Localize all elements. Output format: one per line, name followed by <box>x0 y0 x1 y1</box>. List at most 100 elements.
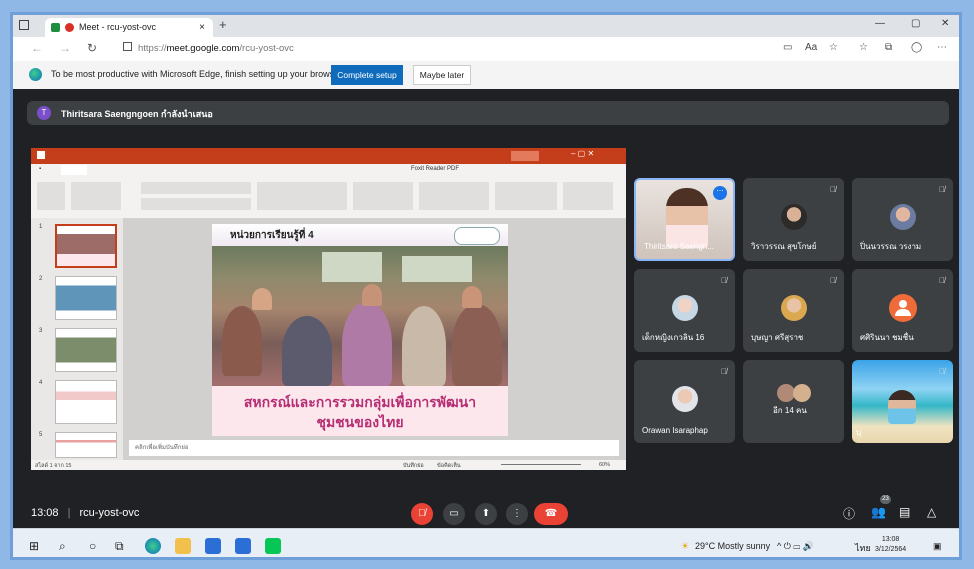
profile-icon[interactable]: ◯ <box>911 42 922 53</box>
notifications-icon[interactable]: ▣ <box>933 541 942 552</box>
participant-tile[interactable]: 🎙̸ Orawan Isaraphap <box>634 360 735 443</box>
slide-thumb-1[interactable] <box>55 224 117 268</box>
search-icon[interactable]: ⌕ <box>59 539 66 554</box>
forward-icon[interactable]: → <box>59 41 71 55</box>
cortana-icon[interactable]: ○ <box>89 539 96 553</box>
default-avatar-icon <box>889 294 917 322</box>
mic-toggle-button[interactable]: 🎙̸ <box>411 503 433 525</box>
mic-off-icon: 🎙̸ <box>721 276 727 285</box>
clock-date: 3/12/2564 <box>875 546 907 553</box>
slide-heading: หน่วยการเรียนรู้ที่ 4 <box>230 230 314 241</box>
start-icon[interactable]: ⊞ <box>29 539 39 553</box>
tab-close-icon[interactable]: × <box>199 18 205 37</box>
present-button[interactable]: ⬆ <box>475 503 497 525</box>
mic-off-icon: 🎙̸ <box>721 367 727 376</box>
participant-name: ปิ่นนวรรณ วรงาม <box>860 242 922 251</box>
thumb-number: 3 <box>39 328 43 334</box>
line-app-icon[interactable] <box>265 538 281 554</box>
close-window-button[interactable]: ✕ <box>941 18 949 29</box>
clock[interactable]: 13:08 3/12/2564 <box>875 535 906 555</box>
slide-thumb-5[interactable] <box>55 432 117 458</box>
participant-tile[interactable]: 🎙̸ ศศิรินนา ชมชื่น <box>852 269 953 352</box>
participant-tile-self[interactable]: ⋯ Thiritsara Saengn... <box>634 178 735 261</box>
caption-line-1: สหกรณ์และการรวมกลุ่มเพื่อการพัฒนา <box>243 395 477 411</box>
tab-meet[interactable]: Meet - rcu-yost-ovc × <box>45 18 213 37</box>
mail-icon[interactable] <box>235 538 251 554</box>
read-aloud-icon[interactable]: Aa <box>805 42 817 53</box>
activities-icon[interactable]: △ <box>927 505 936 519</box>
avatar <box>793 384 811 402</box>
maybe-later-button[interactable]: Maybe later <box>413 65 471 85</box>
mic-off-icon: 🎙̸ <box>939 185 945 194</box>
lock-icon <box>123 42 132 51</box>
thumb-number: 1 <box>39 224 43 230</box>
ppt-tab-active <box>61 165 87 175</box>
camera-toggle-button[interactable]: ▭ <box>443 503 465 525</box>
end-call-button[interactable]: ☎ <box>534 503 568 525</box>
meeting-code: rcu-yost-ovc <box>79 507 140 519</box>
favorites-icon[interactable]: ☆ <box>859 42 868 53</box>
more-options-button[interactable]: ⋮ <box>506 503 528 525</box>
store-icon[interactable] <box>205 538 221 554</box>
file-explorer-icon[interactable] <box>175 538 191 554</box>
zoom-slider[interactable] <box>501 464 581 465</box>
slide-caption: สหกรณ์และการรวมกลุ่มเพื่อการพัฒนา ชุมชนข… <box>212 386 508 436</box>
complete-setup-button[interactable]: Complete setup <box>331 65 403 85</box>
ppt-status-bar: สไลด์ 1 จาก 15 บันทึกย่อ ข้อคิดเห็น 60% <box>31 460 626 470</box>
restore-button[interactable]: ▢ <box>911 18 920 29</box>
thumb-number: 2 <box>39 276 43 282</box>
others-count: อีก 14 คน <box>773 406 807 415</box>
comments-button[interactable]: ข้อคิดเห็น <box>437 462 461 470</box>
favorite-add-icon[interactable]: ☆ <box>829 42 838 53</box>
presenter-banner: T Thiritsara Saengngoen กำลังนำเสนอ <box>27 101 949 125</box>
people-icon[interactable]: 👥 <box>871 505 886 519</box>
meet-favicon-icon <box>51 23 60 32</box>
notes-button[interactable]: บันทึกย่อ <box>403 462 424 470</box>
avatar <box>672 386 698 412</box>
mic-off-icon: 🎙̸ <box>830 185 836 194</box>
participant-tile[interactable]: 🎙̸ ปิ่นนวรรณ วรงาม <box>852 178 953 261</box>
url-path: /rcu-yost-ovc <box>239 43 294 54</box>
self-video <box>666 188 708 248</box>
back-icon[interactable]: ← <box>31 41 43 55</box>
collections-icon[interactable]: ⧉ <box>885 42 892 53</box>
slide-thumb-2[interactable] <box>55 276 117 320</box>
avatar <box>781 204 807 230</box>
refresh-icon[interactable]: ↻ <box>87 41 97 55</box>
ppt-ribbon <box>31 176 626 219</box>
input-language[interactable]: ไทย <box>855 541 871 555</box>
participant-name: Orawan Isaraphap <box>642 426 708 435</box>
url-field[interactable]: https://meet.google.com/rcu-yost-ovc <box>123 41 753 57</box>
url-host: meet.google.com <box>166 43 240 54</box>
weather-text[interactable]: 29°C Mostly sunny <box>695 541 770 551</box>
tab-actions-icon[interactable] <box>19 20 29 30</box>
participant-tile[interactable]: 🎙̸ บุ <box>852 360 953 443</box>
slide-thumb-4[interactable] <box>55 380 117 424</box>
caption-line-2: ชุมชนของไทย <box>316 415 404 431</box>
browser-window: Meet - rcu-yost-ovc × + — ▢ ✕ ← → ↻ http… <box>10 12 962 560</box>
participant-tile[interactable]: 🎙̸ เด็กหญิงเกวลิน 16 <box>634 269 735 352</box>
new-tab-button[interactable]: + <box>219 17 227 32</box>
chat-icon[interactable]: ▤ <box>899 505 910 519</box>
weather-icon: ☀ <box>681 541 690 551</box>
meeting-time: 13:08 <box>31 507 59 519</box>
current-slide[interactable]: หน่วยการเรียนรู้ที่ 4 สหกรณ์และการรวมกลุ… <box>212 224 508 436</box>
tray-icons[interactable]: ^ ⏻ ▭ 🔊 <box>777 541 814 552</box>
edge-setup-infobar: To be most productive with Microsoft Edg… <box>13 61 959 90</box>
minimize-button[interactable]: — <box>875 18 885 29</box>
participant-tile[interactable]: 🎙̸ วิราวรรณ สุขโกษย์ <box>743 178 844 261</box>
slide-thumb-3[interactable] <box>55 328 117 372</box>
more-options-icon[interactable]: ⋯ <box>713 186 727 200</box>
camera-permission-icon[interactable]: ▭ <box>783 42 792 53</box>
edge-taskbar-icon[interactable] <box>145 538 161 554</box>
ppt-tab: Foxit Reader PDF <box>411 166 460 172</box>
others-tile[interactable]: อีก 14 คน <box>743 360 844 443</box>
more-menu-icon[interactable]: ⋯ <box>937 42 947 53</box>
notes-field[interactable]: คลิกเพื่อเพิ่มบันทึกย่อ <box>129 440 619 456</box>
participant-name: ศศิรินนา ชมชื่น <box>860 333 914 342</box>
participant-name: บุ <box>856 428 862 437</box>
participant-tile[interactable]: 🎙̸ บุษญา ศรีสุราช <box>743 269 844 352</box>
url-scheme: https:// <box>138 43 167 54</box>
info-icon[interactable]: ⓘ <box>843 505 855 522</box>
task-view-icon[interactable]: ⧉ <box>115 539 124 554</box>
